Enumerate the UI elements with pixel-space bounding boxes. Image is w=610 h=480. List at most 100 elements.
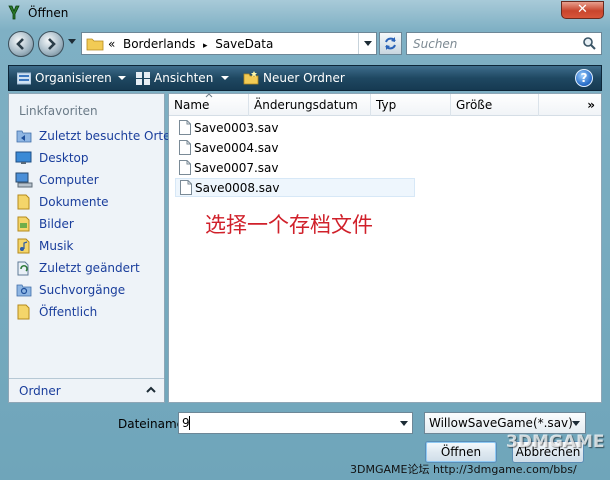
- column-label: Name: [174, 98, 210, 112]
- folder-icon: [86, 38, 104, 51]
- computer-icon: [15, 172, 33, 188]
- annotation-text: 选择一个存档文件: [205, 213, 373, 237]
- views-menu[interactable]: Ansichten: [136, 71, 213, 85]
- sidebar-item-pictures[interactable]: Bilder: [13, 214, 163, 234]
- chevron-down-icon: [364, 41, 372, 46]
- help-button[interactable]: ?: [575, 69, 593, 87]
- file-icon: [180, 180, 192, 195]
- file-icon: [179, 120, 191, 135]
- column-header-row: Name Änderungsdatum Typ Größe »: [169, 93, 601, 116]
- file-item[interactable]: Save0004.sav: [175, 139, 415, 158]
- filename-input[interactable]: 9: [178, 412, 413, 434]
- file-item[interactable]: Save0008.sav: [175, 178, 415, 197]
- sidebar-item-label: Desktop: [39, 151, 89, 165]
- search-icon[interactable]: [582, 36, 597, 51]
- navigation-bar: « Borderlands ▸ SaveData Suchen: [8, 30, 602, 58]
- more-columns-chevron[interactable]: »: [587, 98, 595, 112]
- text-caret: [189, 416, 190, 430]
- recently-changed-icon: [17, 261, 29, 276]
- breadcrumb-savedata[interactable]: SaveData: [215, 37, 273, 51]
- column-label: Änderungsdatum: [254, 98, 358, 112]
- close-icon: ✕: [577, 2, 588, 17]
- address-bar[interactable]: « Borderlands ▸ SaveData: [81, 32, 377, 55]
- organize-menu[interactable]: Organisieren: [16, 71, 126, 85]
- sidebar-item-desktop[interactable]: Desktop: [13, 148, 163, 168]
- views-icon: [136, 72, 150, 85]
- public-icon: [17, 304, 30, 320]
- breadcrumb-separator-icon[interactable]: ▸: [203, 41, 208, 51]
- file-list: Name Änderungsdatum Typ Größe » Save0003…: [168, 93, 602, 403]
- breadcrumb-borderlands[interactable]: Borderlands: [123, 37, 195, 51]
- file-name: Save0007.sav: [194, 161, 279, 175]
- sidebar-item-label: Computer: [39, 173, 99, 187]
- sidebar-item-searches[interactable]: Suchvorgänge: [13, 280, 163, 300]
- music-icon: [17, 238, 30, 254]
- recent-places-icon: [16, 130, 32, 143]
- column-label: Größe: [456, 98, 493, 112]
- close-button[interactable]: ✕: [561, 1, 604, 19]
- sidebar-item-label: Musik: [39, 239, 74, 253]
- chevron-down-icon[interactable]: [400, 421, 408, 426]
- file-item[interactable]: Save0003.sav: [175, 119, 415, 138]
- watermark-text: 3DMGAME论坛 http://3dmgame.com/bbs/: [350, 463, 577, 476]
- filetype-value: WillowSaveGame(*.sav): [429, 416, 573, 430]
- new-folder-icon: [243, 71, 259, 85]
- file-name: Save0004.sav: [194, 141, 279, 155]
- watermark-logo: 3DMGAME: [506, 432, 605, 452]
- chevron-down-icon: [221, 76, 229, 80]
- open-file-dialog: Öffnen ✕ « Borderlands ▸ SaveData Suchen…: [0, 0, 610, 480]
- window-title: Öffnen: [28, 6, 69, 20]
- documents-icon: [17, 194, 30, 210]
- organize-label: Organisieren: [35, 71, 112, 85]
- filetype-select[interactable]: WillowSaveGame(*.sav): [424, 412, 586, 434]
- sidebar-item-computer[interactable]: Computer: [13, 170, 163, 190]
- forward-button[interactable]: [38, 31, 64, 57]
- title-bar[interactable]: Öffnen ✕: [0, 0, 610, 26]
- recent-pages-dropdown-icon[interactable]: [68, 39, 76, 45]
- search-placeholder: Suchen: [413, 37, 458, 51]
- column-label: Typ: [376, 98, 397, 112]
- chevron-down-icon: [117, 76, 126, 80]
- address-overflow-chevron[interactable]: «: [108, 37, 115, 51]
- chevron-down-icon: [572, 421, 580, 426]
- back-arrow-icon: [16, 38, 24, 50]
- pictures-icon: [17, 216, 30, 232]
- search-field[interactable]: Suchen: [406, 32, 602, 55]
- refresh-icon: [385, 37, 396, 50]
- navigation-pane: Linkfavoriten Zuletzt besuchte Orte Desk…: [8, 93, 171, 403]
- sidebar-item-music[interactable]: Musik: [13, 236, 163, 256]
- searches-icon: [16, 284, 32, 297]
- column-header-name[interactable]: Name: [169, 93, 249, 116]
- sidebar-item-recent-places[interactable]: Zuletzt besuchte Orte: [13, 126, 171, 146]
- sidebar-item-public[interactable]: Öffentlich: [13, 302, 163, 322]
- file-item[interactable]: Save0007.sav: [175, 159, 415, 178]
- sidebar-item-label: Suchvorgänge: [39, 283, 126, 297]
- file-name: Save0003.sav: [194, 121, 279, 135]
- file-icon: [179, 140, 191, 155]
- folders-toggle[interactable]: Ordner: [9, 378, 164, 402]
- desktop-icon: [15, 151, 32, 164]
- chevron-up-icon: [146, 386, 156, 393]
- address-dropdown[interactable]: [358, 33, 376, 54]
- file-icon: [179, 160, 191, 175]
- column-header-size[interactable]: Größe: [451, 94, 539, 116]
- column-header-date[interactable]: Änderungsdatum: [249, 94, 371, 116]
- app-icon: [8, 5, 20, 20]
- sidebar-item-recently-changed[interactable]: Zuletzt geändert: [13, 258, 163, 278]
- views-dropdown[interactable]: [221, 71, 229, 85]
- back-button[interactable]: [8, 31, 34, 57]
- favorites-header: Linkfavoriten: [19, 104, 98, 118]
- new-folder-label: Neuer Ordner: [263, 71, 345, 85]
- sidebar-item-label: Bilder: [39, 217, 74, 231]
- new-folder-button[interactable]: Neuer Ordner: [243, 71, 345, 85]
- refresh-button[interactable]: [379, 32, 402, 55]
- command-toolbar: Organisieren Ansichten Neuer Ordner ?: [8, 65, 602, 91]
- column-header-type[interactable]: Typ: [371, 94, 451, 116]
- sidebar-item-label: Öffentlich: [39, 305, 98, 319]
- forward-arrow-icon: [48, 38, 56, 50]
- folders-label: Ordner: [19, 384, 61, 398]
- open-button[interactable]: Öffnen: [425, 441, 497, 463]
- file-name: Save0008.sav: [195, 181, 280, 195]
- sidebar-item-documents[interactable]: Dokumente: [13, 192, 163, 212]
- views-label: Ansichten: [154, 71, 214, 85]
